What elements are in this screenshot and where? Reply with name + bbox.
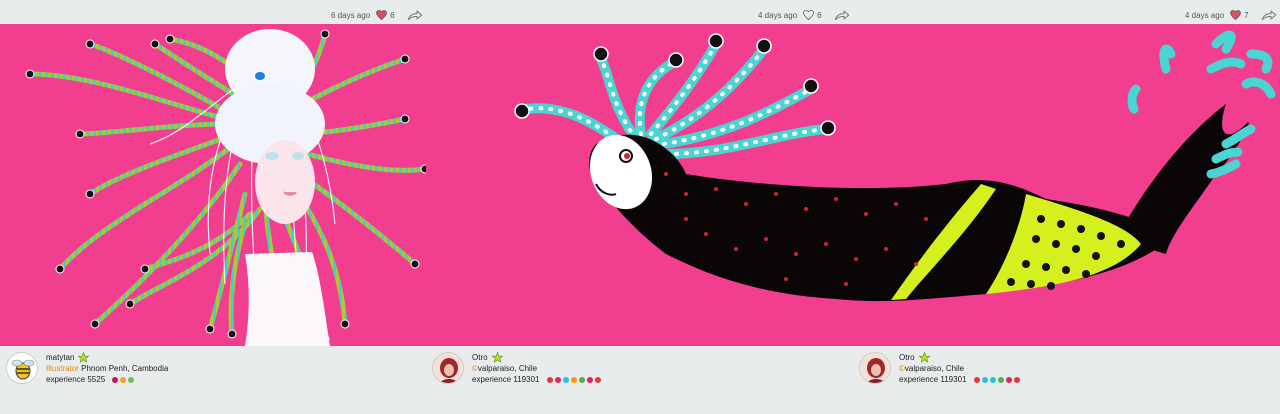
- artwork-image: [514, 30, 1276, 302]
- badge-dot: [112, 376, 119, 383]
- author-experience: experience 119301: [472, 375, 540, 384]
- author-experience: experience 5525: [46, 375, 106, 384]
- badge-dot: [120, 376, 127, 383]
- badge-dot: [128, 376, 135, 383]
- author-info: Otro ©valparaiso, Chile experience 11930…: [472, 352, 601, 385]
- author-location: valparaiso, Chile: [904, 364, 965, 373]
- like-count: 6: [817, 10, 822, 20]
- author-name[interactable]: Otro: [899, 352, 915, 363]
- post-time: 4 days ago: [1185, 10, 1225, 20]
- share-arrow-icon[interactable]: [407, 9, 423, 21]
- badge-dot: [1013, 376, 1020, 383]
- heart-icon[interactable]: [803, 10, 815, 20]
- post-meta-3: 4 days ago 7: [1185, 6, 1277, 24]
- star-icon: [78, 352, 90, 363]
- author-experience: experience 119301: [899, 375, 967, 384]
- author-location: Phnom Penh, Cambodia: [81, 364, 169, 373]
- share-arrow-icon[interactable]: [1261, 9, 1277, 21]
- post-meta-2: 4 days ago 6: [758, 6, 850, 24]
- author-role: Illustrator: [46, 364, 79, 373]
- artwork-seal-creature[interactable]: [426, 24, 1280, 346]
- author-card-3: Otro ©valparaiso, Chile experience 11930…: [859, 352, 1020, 388]
- artwork-image: [25, 29, 426, 346]
- author-info: matytan Illustrator Phnom Penh, Cambodia…: [46, 352, 168, 385]
- badge-dot: [578, 376, 585, 383]
- badge-dots: [546, 376, 601, 383]
- badge-dot: [562, 376, 569, 383]
- badge-dot: [546, 376, 553, 383]
- heart-icon[interactable]: [376, 10, 388, 20]
- author-name[interactable]: Otro: [472, 352, 488, 363]
- badge-dots: [973, 376, 1020, 383]
- like-count: 6: [390, 10, 395, 20]
- artwork-medusa-girl[interactable]: [0, 24, 426, 346]
- badge-dot: [973, 376, 980, 383]
- post-time: 6 days ago: [331, 10, 371, 20]
- author-location: valparaiso, Chile: [477, 364, 538, 373]
- badge-dot: [554, 376, 561, 383]
- avatar[interactable]: [6, 352, 38, 384]
- badge-dot: [594, 376, 601, 383]
- like-count: 7: [1244, 10, 1249, 20]
- avatar[interactable]: [859, 352, 891, 384]
- author-card-1: matytan Illustrator Phnom Penh, Cambodia…: [6, 352, 168, 388]
- author-name[interactable]: matytan: [46, 352, 74, 363]
- badge-dot: [989, 376, 996, 383]
- post-meta-1: 6 days ago 6: [331, 6, 423, 24]
- star-icon: [491, 352, 503, 363]
- star-icon: [918, 352, 930, 363]
- badge-dots: [112, 376, 135, 383]
- heart-icon[interactable]: [1230, 10, 1242, 20]
- badge-dot: [981, 376, 988, 383]
- author-card-2: Otro ©valparaiso, Chile experience 11930…: [432, 352, 601, 388]
- author-info: Otro ©valparaiso, Chile experience 11930…: [899, 352, 1020, 385]
- badge-dot: [997, 376, 1004, 383]
- badge-dot: [570, 376, 577, 383]
- post-time: 4 days ago: [758, 10, 798, 20]
- avatar[interactable]: [432, 352, 464, 384]
- badge-dot: [1005, 376, 1012, 383]
- badge-dot: [586, 376, 593, 383]
- share-arrow-icon[interactable]: [834, 9, 850, 21]
